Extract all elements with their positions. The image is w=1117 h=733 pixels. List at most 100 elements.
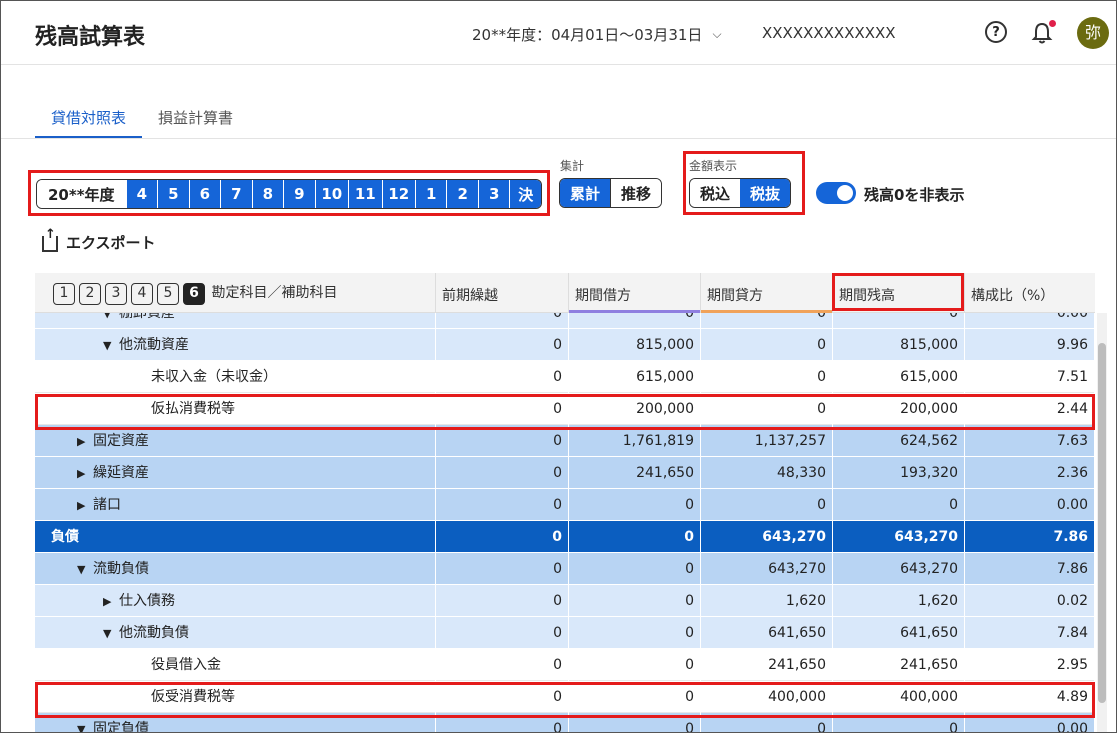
bell-icon[interactable] <box>1031 20 1056 45</box>
amount-cell: 0 <box>833 489 965 521</box>
account-name: 未収入金（未収金） <box>151 369 277 385</box>
expand-icon[interactable]: ▶ <box>77 426 93 458</box>
amount-cell: 241,650 <box>569 457 701 489</box>
collapse-icon[interactable]: ▼ <box>103 618 119 650</box>
amount-cell: 0 <box>436 329 569 361</box>
table-row[interactable]: 役員借入金 0 0 241,650 241,650 2.95 <box>35 649 1095 681</box>
level-button[interactable]: 3 <box>105 283 127 305</box>
amount-cell: 0 <box>436 553 569 585</box>
company-name[interactable]: XXXXXXXXXXXXX <box>762 24 896 42</box>
account-name: 諸口 <box>93 497 121 513</box>
month-button[interactable]: 4 <box>125 180 158 208</box>
amount-cell: 0 <box>569 553 701 585</box>
amount-cell: 641,650 <box>701 617 833 649</box>
amount-cell: 9.96 <box>965 329 1095 361</box>
amount-cell: 2.36 <box>965 457 1095 489</box>
ratio-header[interactable]: 構成比（%） <box>965 273 1095 313</box>
expand-icon[interactable]: ▶ <box>103 586 119 618</box>
month-button[interactable]: 8 <box>251 180 284 208</box>
collapse-icon[interactable]: ▼ <box>103 313 119 330</box>
amount-cell: 0 <box>701 313 833 329</box>
tax-included-button[interactable]: 税込 <box>690 179 741 207</box>
level-button[interactable]: 4 <box>131 283 153 305</box>
month-button[interactable]: 11 <box>348 180 382 208</box>
month-button[interactable]: 10 <box>314 180 349 208</box>
month-button[interactable]: 決 <box>509 180 541 208</box>
tax-excluded-button[interactable]: 税抜 <box>740 179 791 207</box>
transition-button[interactable]: 推移 <box>610 179 662 207</box>
month-button[interactable]: 9 <box>283 180 315 208</box>
table-row[interactable]: ▶ 諸口 0 0 0 0 0.00 <box>35 489 1095 521</box>
account-name-cell: ▼ 棚卸資産 <box>35 313 436 329</box>
tab-balance-sheet[interactable]: 貸借対照表 <box>35 99 143 139</box>
vertical-scrollbar[interactable] <box>1097 313 1107 732</box>
month-button[interactable]: 6 <box>188 180 221 208</box>
prior-balance-header[interactable]: 前期繰越 <box>436 273 569 313</box>
account-name: 流動負債 <box>93 561 149 577</box>
period-selector[interactable]: 20**年度：04月01日〜03月31日 ⌵ <box>472 24 722 45</box>
account-name-cell: ▶ 繰延資産 <box>35 457 436 489</box>
account-name: 役員借入金 <box>151 657 221 673</box>
scrollbar-thumb[interactable] <box>1098 343 1106 703</box>
debit-header[interactable]: 期間借方 <box>569 273 701 313</box>
table-row[interactable]: ▼ 他流動負債 0 0 641,650 641,650 7.84 <box>35 617 1095 649</box>
expand-icon[interactable]: ▶ <box>77 458 93 490</box>
month-button[interactable]: 2 <box>446 180 478 208</box>
level-button[interactable]: 2 <box>79 283 101 305</box>
amount-cell: 1,620 <box>833 585 965 617</box>
amount-cell: 0 <box>436 489 569 521</box>
amount-cell: 615,000 <box>569 361 701 393</box>
account-name: 固定資産 <box>93 433 149 449</box>
collapse-icon[interactable]: ▼ <box>103 330 119 362</box>
table-row[interactable]: ▼ 流動負債 0 0 643,270 643,270 7.86 <box>35 553 1095 585</box>
level-button[interactable]: 5 <box>157 283 179 305</box>
account-name-cell: 負債 <box>35 521 436 553</box>
amount-cell: 615,000 <box>833 361 965 393</box>
amount-cell: 0 <box>436 361 569 393</box>
amount-cell: 7.86 <box>965 553 1095 585</box>
level-button[interactable]: 6 <box>183 283 205 305</box>
aggregate-toggle: 累計 推移 <box>559 178 663 208</box>
amount-cell: 7.86 <box>965 521 1095 553</box>
amount-cell: 0 <box>436 617 569 649</box>
month-button[interactable]: 12 <box>381 180 415 208</box>
amount-cell: 0 <box>701 489 833 521</box>
table-row[interactable]: 未収入金（未収金） 0 615,000 0 615,000 7.51 <box>35 361 1095 393</box>
month-selector-highlight: 20**年度 4 5 6 7 8 9 10 11 12 1 2 3 決 <box>28 170 550 216</box>
amount-cell: 0 <box>436 313 569 329</box>
collapse-icon[interactable]: ▼ <box>77 554 93 586</box>
amount-cell: 0 <box>701 361 833 393</box>
table-body: ▼ 棚卸資産 0 0 0 0 0.00 ▼ 他流動資産 0 815,000 0 815,000 9.96 未… <box>35 313 1095 733</box>
hide-zero-toggle[interactable] <box>816 182 856 204</box>
month-button[interactable]: 5 <box>157 180 189 208</box>
help-icon[interactable]: ? <box>985 21 1007 43</box>
table-row[interactable]: ▼ 棚卸資産 0 0 0 0 0.00 <box>35 313 1095 329</box>
account-name: 固定負債 <box>93 721 149 733</box>
credit-header[interactable]: 期間貸方 <box>701 273 833 313</box>
tab-divider <box>1 138 1116 139</box>
balance-header-highlight <box>832 273 964 311</box>
month-button[interactable]: 1 <box>414 180 447 208</box>
amount-cell: 0 <box>436 585 569 617</box>
chevron-down-icon: ⌵ <box>712 27 722 41</box>
table-row[interactable]: ▶ 仕入債務 0 0 1,620 1,620 0.02 <box>35 585 1095 617</box>
avatar[interactable]: 弥 <box>1077 17 1109 49</box>
toggle-knob <box>837 185 853 201</box>
table-row[interactable]: 負債 0 0 643,270 643,270 7.86 <box>35 521 1095 553</box>
export-button[interactable]: エクスポート <box>42 227 156 253</box>
amount-cell: 0 <box>569 489 701 521</box>
cumulative-button[interactable]: 累計 <box>560 179 611 207</box>
amount-cell: 0 <box>569 521 701 553</box>
tab-profit-loss[interactable]: 損益計算書 <box>142 99 249 139</box>
table-row[interactable]: ▼ 他流動資産 0 815,000 0 815,000 9.96 <box>35 329 1095 361</box>
account-name: 負債 <box>51 529 79 545</box>
amount-cell: 643,270 <box>701 521 833 553</box>
month-button[interactable]: 3 <box>477 180 510 208</box>
month-button[interactable]: 7 <box>220 180 252 208</box>
amount-display-label: 金額表示 <box>689 159 738 173</box>
table-row[interactable]: ▶ 繰延資産 0 241,650 48,330 193,320 2.36 <box>35 457 1095 489</box>
expand-icon[interactable]: ▶ <box>77 490 93 522</box>
ratio-label: 構成比（%） <box>971 288 1055 304</box>
fiscal-year-button[interactable]: 20**年度 <box>37 180 126 208</box>
level-button[interactable]: 1 <box>53 283 75 305</box>
